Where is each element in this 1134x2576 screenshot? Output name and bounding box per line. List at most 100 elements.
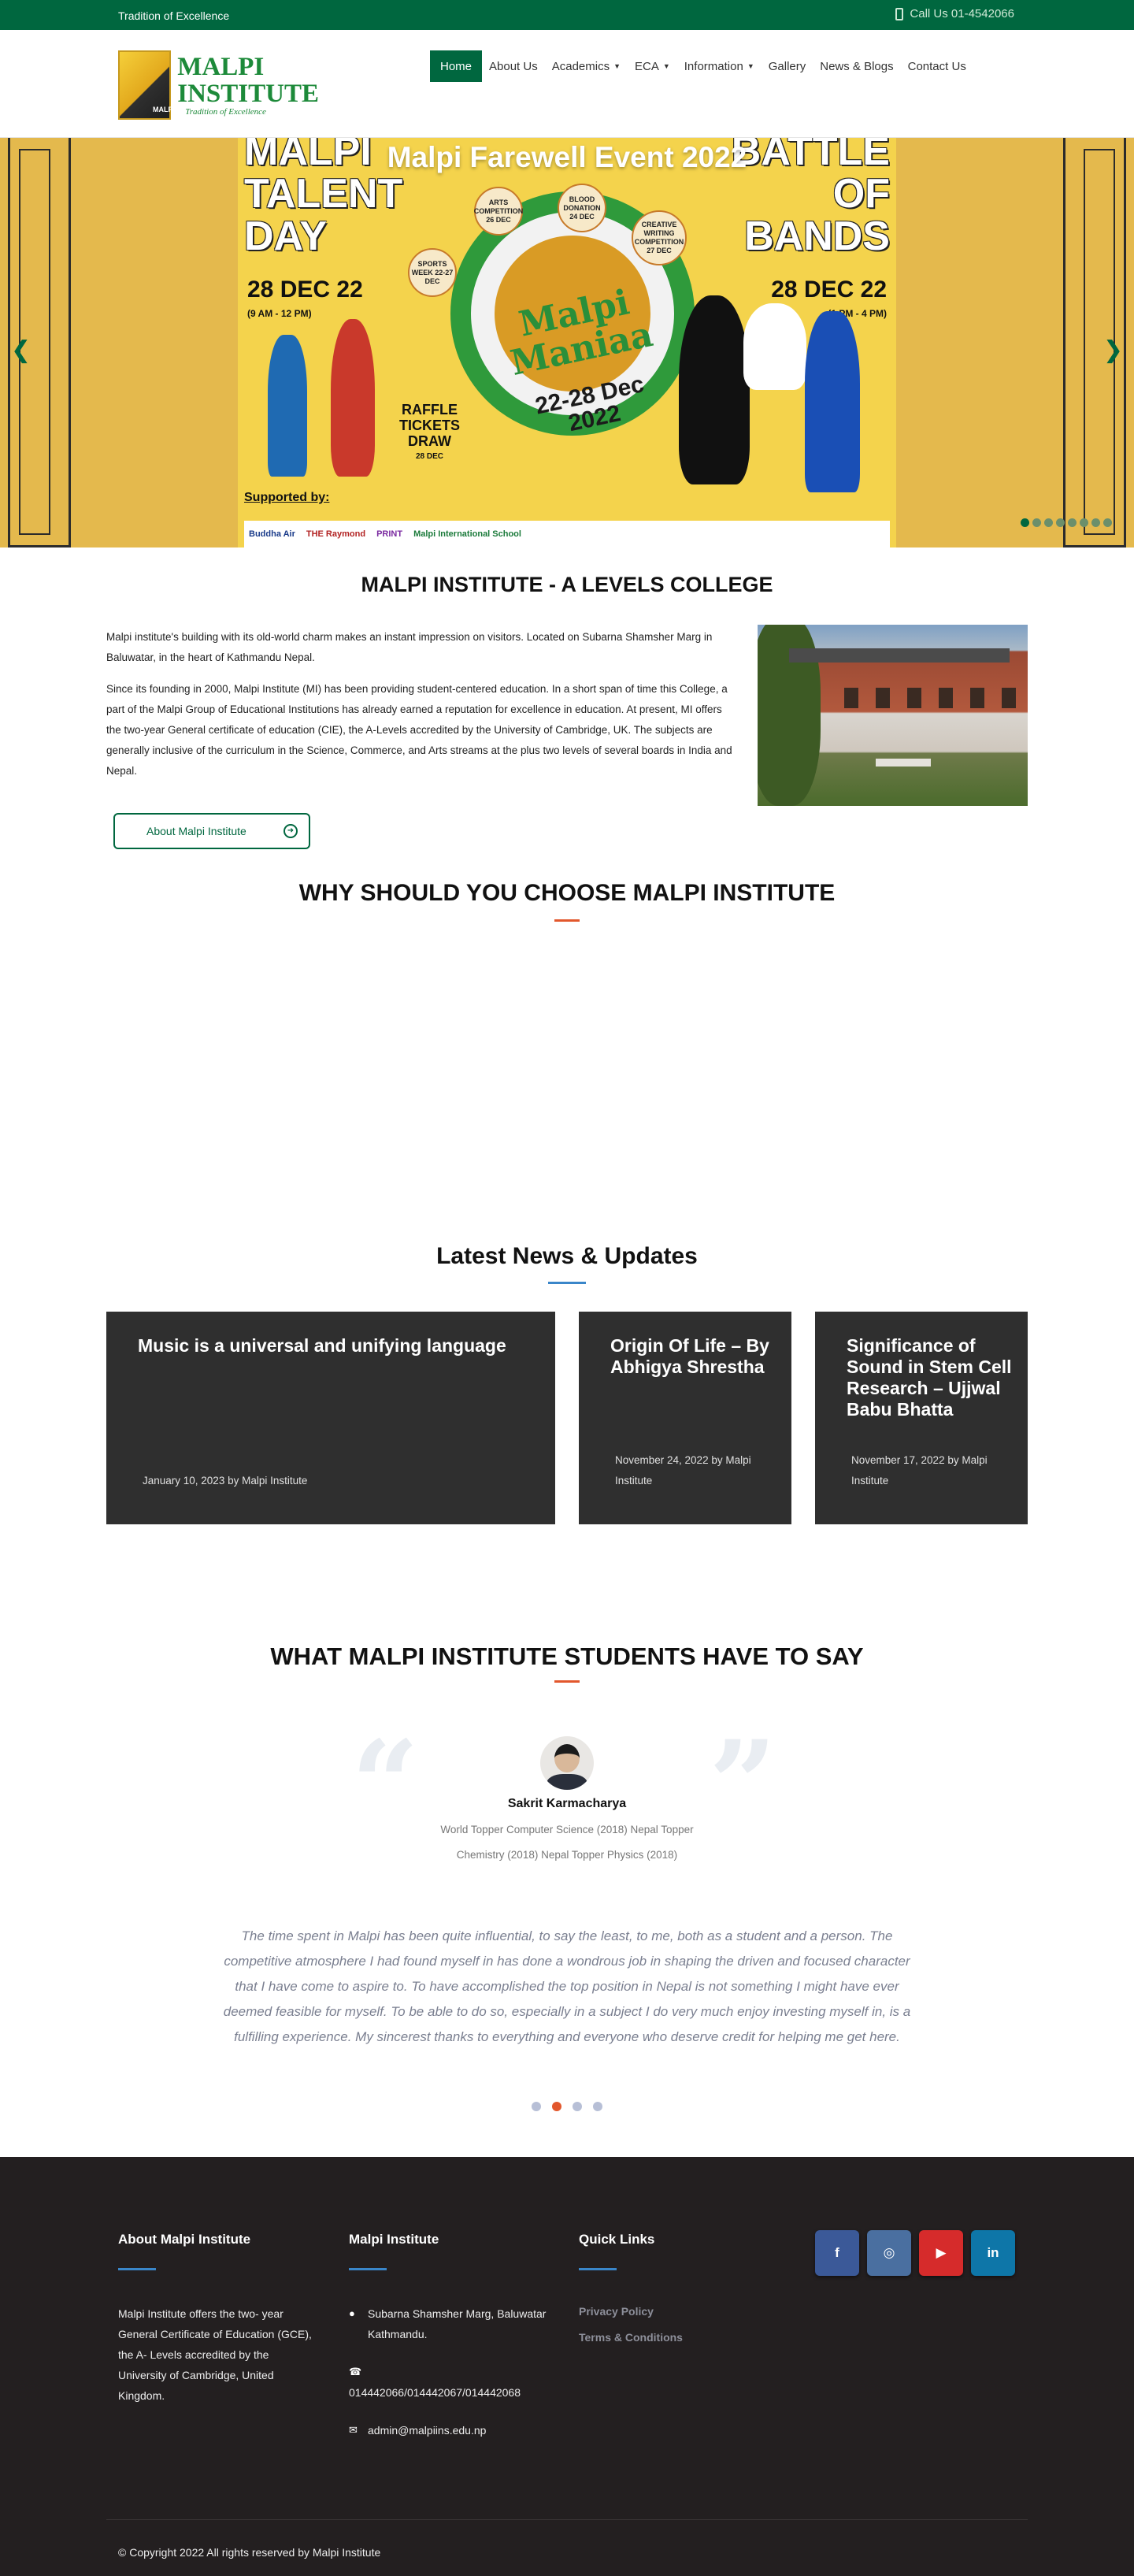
poster-left-date-text: 28 DEC 22	[247, 277, 363, 303]
top-tagline: Tradition of Excellence	[118, 9, 230, 22]
poster-raffle: RAFFLE TICKETS DRAW 28 DEC	[399, 402, 460, 465]
testimonial-dots	[532, 2102, 602, 2111]
envelope-icon: ✉	[349, 2424, 358, 2436]
call-us-link[interactable]: Call Us 01-4542066	[895, 7, 1014, 20]
nav-item-label: News & Blogs	[820, 59, 894, 73]
news-card[interactable]: Significance of Sound in Stem Cell Resea…	[815, 1312, 1028, 1524]
close-quote-icon: ”	[709, 1715, 777, 1854]
phone-icon: ☎	[349, 2366, 362, 2377]
about-paragraph: Since its founding in 2000, Malpi Instit…	[106, 683, 732, 777]
nav-item-news-blogs[interactable]: News & Blogs	[813, 50, 900, 82]
nav-item-label: Academics	[551, 59, 610, 73]
testimonial-dot[interactable]	[552, 2102, 561, 2111]
linkedin-icon[interactable]: in	[971, 2230, 1015, 2276]
slider-dot[interactable]	[1080, 518, 1088, 527]
about-text: Malpi institute's building with its old-…	[106, 627, 736, 792]
about-malpi-button[interactable]: About Malpi Institute ➜	[113, 813, 310, 849]
why-title-underline	[554, 919, 580, 922]
slider-dot[interactable]	[1044, 518, 1053, 527]
footer-heading-underline	[579, 2268, 617, 2270]
news-card-meta: November 24, 2022 by Malpi Institute	[615, 1454, 751, 1487]
slider-dot[interactable]	[1091, 518, 1100, 527]
nav-item-contact-us[interactable]: Contact Us	[901, 50, 973, 82]
mobile-phone-icon	[895, 7, 904, 20]
footer-email[interactable]: ✉ admin@malpiins.edu.np	[349, 2420, 554, 2441]
slider-dot[interactable]	[1032, 518, 1041, 527]
slider-dot[interactable]	[1056, 518, 1065, 527]
avatar-body	[547, 1774, 587, 1790]
nav-item-label: Information	[684, 59, 743, 73]
photo-window	[1002, 688, 1016, 708]
logo-wordmark: MALPI INSTITUTE Tradition of Excellence	[177, 54, 319, 117]
sponsor-logo: PRINT	[376, 529, 403, 539]
footer-about-column: About Malpi Institute Malpi Institute of…	[118, 2232, 319, 2406]
footer-about-heading: About Malpi Institute	[118, 2232, 251, 2247]
slider-dot[interactable]	[1068, 518, 1077, 527]
news-card-title[interactable]: Music is a universal and unifying langua…	[138, 1335, 508, 1357]
sponsor-logo: Buddha Air	[249, 529, 295, 539]
sponsor-logo: Malpi International School	[413, 529, 521, 539]
about-button-label: About Malpi Institute	[146, 825, 246, 837]
testimonial-dot[interactable]	[593, 2102, 602, 2111]
caret-down-icon: ▼	[613, 62, 621, 70]
slider-prev-arrow-icon[interactable]: ❮	[11, 336, 31, 364]
news-card[interactable]: Music is a universal and unifying langua…	[106, 1312, 555, 1524]
footer-email-text[interactable]: admin@malpiins.edu.np	[368, 2420, 486, 2441]
logo-name-line2: INSTITUTE	[177, 80, 319, 108]
campus-building-photo	[758, 625, 1028, 806]
nav-item-eca[interactable]: ECA ▼	[628, 50, 677, 82]
logo-mark-text: MALPI	[153, 106, 175, 113]
photo-window	[844, 688, 858, 708]
main-nav: Home About Us Academics ▼ ECA ▼ Information ▼ Ga…	[430, 50, 973, 82]
facebook-icon[interactable]: f	[815, 2230, 859, 2276]
nav-item-home[interactable]: Home	[430, 50, 483, 82]
slider-next-arrow-icon[interactable]: ❯	[1103, 336, 1123, 364]
terms-conditions-link[interactable]: Terms & Conditions	[579, 2331, 752, 2344]
news-card-title[interactable]: Origin Of Life – By Abhigya Shrestha	[610, 1335, 776, 1378]
nav-item-academics[interactable]: Academics ▼	[545, 50, 628, 82]
nav-item-label: Contact Us	[907, 59, 966, 73]
nav-item-label: Gallery	[768, 59, 806, 73]
footer-links-column: Quick Links Privacy Policy Terms & Condi…	[579, 2232, 752, 2357]
nav-item-information[interactable]: Information ▼	[677, 50, 762, 82]
nav-item-about-us[interactable]: About Us	[482, 50, 545, 82]
photo-window	[970, 688, 984, 708]
photo-bench	[876, 759, 931, 766]
poster-supported-by: Supported by:	[244, 491, 330, 504]
slider-dot[interactable]	[1021, 518, 1029, 527]
footer-address-text: Subarna Shamsher Marg, Baluwatar Kathman…	[368, 2307, 547, 2340]
poster-left-date: 28 DEC 22 (9 AM - 12 PM)	[247, 278, 363, 325]
dancer-figure-left	[331, 319, 375, 477]
copyright-text: © Copyright 2022 All rights reserved by …	[118, 2546, 381, 2559]
footer-contact-heading: Malpi Institute	[349, 2232, 439, 2247]
testimonial-dot[interactable]	[573, 2102, 582, 2111]
footer-phones-text[interactable]: 014442066/014442067/014442068	[349, 2382, 554, 2403]
poster-bubble-arts: ARTS COMPETITION 26 DEC	[474, 187, 523, 236]
testimonial-quote: The time spent in Malpi has been quite i…	[223, 1928, 911, 2044]
youtube-icon[interactable]: ▶	[919, 2230, 963, 2276]
news-card[interactable]: Origin Of Life – By Abhigya Shrestha Nov…	[579, 1312, 791, 1524]
slider-dot[interactable]	[1103, 518, 1112, 527]
event-poster: MALPI TALENT DAY BATTLE OF BANDS Malpi F…	[238, 138, 896, 547]
avatar-head	[554, 1744, 580, 1772]
news-title-underline	[548, 1282, 586, 1284]
singer-silhouette	[805, 311, 860, 492]
footer-address: ● Subarna Shamsher Marg, Baluwatar Kathm…	[349, 2303, 554, 2344]
top-bar: Tradition of Excellence Call Us 01-45420…	[0, 0, 1134, 30]
drum-silhouette	[743, 303, 806, 390]
privacy-policy-link[interactable]: Privacy Policy	[579, 2305, 752, 2318]
site-logo[interactable]: MALPI MALPI INSTITUTE Tradition of Excel…	[118, 47, 319, 123]
testimonial-name: Sakrit Karmacharya	[507, 1797, 627, 1810]
nav-item-gallery[interactable]: Gallery	[762, 50, 813, 82]
instagram-icon[interactable]: ◎	[867, 2230, 911, 2276]
footer-heading-underline	[349, 2268, 387, 2270]
news-card-meta: November 17, 2022 by Malpi Institute	[851, 1454, 988, 1487]
student-avatar	[540, 1736, 594, 1790]
nav-item-label: About Us	[489, 59, 538, 73]
news-card-title[interactable]: Significance of Sound in Stem Cell Resea…	[847, 1335, 1020, 1420]
footer-heading-underline	[118, 2268, 156, 2270]
circle-arrow-right-icon: ➜	[284, 824, 298, 838]
testimonial-dot[interactable]	[532, 2102, 541, 2111]
testimonials-title-underline	[554, 1680, 580, 1683]
dancer-figure-blue	[268, 335, 307, 477]
